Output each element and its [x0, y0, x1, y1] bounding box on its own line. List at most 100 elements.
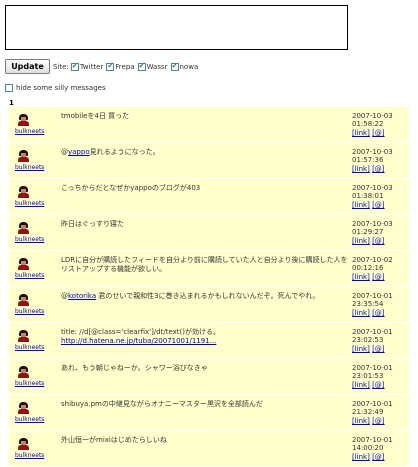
message-date: 2007-10-02	[352, 256, 393, 264]
reply-link[interactable]: [@]	[372, 129, 384, 137]
hide-silly-checkbox[interactable]	[5, 83, 13, 92]
site-option-wassr[interactable]: ✔ Wassr	[137, 62, 168, 71]
site-option-twitter[interactable]: ✔ Twitter	[70, 62, 104, 71]
username-link[interactable]: bulkneets	[15, 272, 44, 279]
permalink-link[interactable]: [link]	[352, 417, 370, 425]
message-date: 2007-10-01	[352, 292, 393, 300]
wassr-checkbox[interactable]: ✔	[137, 62, 146, 71]
username-link[interactable]: bulkneets	[15, 200, 44, 207]
message-date: 2007-10-01	[352, 364, 393, 372]
username-link[interactable]: bulkneets	[15, 452, 44, 459]
nowa-checkbox[interactable]: ✔	[170, 62, 179, 71]
permalink-link[interactable]: [link]	[352, 129, 370, 137]
site-label: Site:	[53, 62, 69, 71]
message-row: bulkneets 昨日はぐっすり寝た 2007-10-03 01:29:27 …	[9, 215, 409, 251]
message-date: 2007-10-03	[352, 220, 393, 228]
avatar[interactable]	[18, 222, 29, 234]
message-time: 14:00:20	[352, 444, 384, 452]
update-button[interactable]: Update	[5, 59, 50, 74]
message-body: 見れるようになった。	[89, 148, 160, 156]
permalink-link[interactable]: [link]	[352, 165, 370, 173]
message-time: 21:32:49	[352, 408, 384, 416]
page-number: 1	[9, 99, 14, 107]
mention-link[interactable]: kotorika	[68, 292, 96, 300]
message-date: 2007-10-01	[352, 436, 393, 444]
avatar[interactable]	[18, 258, 29, 270]
avatar[interactable]	[18, 150, 29, 162]
message-time: 01:38:01	[352, 192, 384, 200]
avatar[interactable]	[18, 330, 29, 342]
message-text: 外山恒一がmixiはじめたらしいね	[61, 436, 167, 444]
avatar[interactable]	[18, 294, 29, 306]
permalink-link[interactable]: [link]	[352, 309, 370, 317]
avatar[interactable]	[18, 114, 29, 126]
frepa-label: Frepa	[115, 62, 135, 71]
message-row: bulkneets title: //d[@class='clearfix']/…	[9, 323, 409, 359]
message-date: 2007-10-03	[352, 112, 393, 120]
message-row: bulkneets shibuya.pmの中継見ながらオナニーマスター黒沢を全部…	[9, 395, 409, 431]
message-time: 23:01:53	[352, 372, 384, 380]
avatar[interactable]	[18, 402, 29, 414]
message-text: LDRに自分が購読したフィードを自分より前に購読していた人と自分より後に購読した…	[61, 256, 348, 273]
message-date: 2007-10-03	[352, 184, 393, 192]
twitter-label: Twitter	[79, 62, 104, 71]
permalink-link[interactable]: [link]	[352, 201, 370, 209]
nowa-label: nowa	[179, 62, 199, 71]
message-time: 01:29:27	[352, 228, 384, 236]
message-list: bulkneets tmobileを4日 買った 2007-10-03 01:5…	[9, 107, 409, 467]
username-link[interactable]: bulkneets	[15, 344, 44, 351]
message-text: title: //d[@class='clearfix']/dt/text()が…	[61, 328, 354, 346]
message-text: @kotorika 君のせいで親和性3に巻き込まれるかもしれないんだぞ。死んでや…	[61, 292, 354, 301]
message-time: 23:02:53	[352, 336, 384, 344]
message-row: bulkneets 外山恒一がmixiはじめたらしいね 2007-10-01 1…	[9, 431, 409, 467]
compose-textarea[interactable]	[5, 5, 348, 50]
message-time: 00:12:16	[352, 264, 384, 272]
username-link[interactable]: bulkneets	[15, 308, 44, 315]
hide-silly-option[interactable]: hide some silly messages	[5, 82, 106, 93]
avatar[interactable]	[18, 186, 29, 198]
reply-link[interactable]: [@]	[372, 237, 384, 245]
site-selector: Site: ✔ Twitter ✔ Frepa ✔ Wassr ✔ nowa	[53, 61, 201, 72]
message-text: shibuya.pmの中継見ながらオナニーマスター黒沢を全部読んだ	[61, 400, 263, 408]
reply-link[interactable]: [@]	[372, 201, 384, 209]
username-link[interactable]: bulkneets	[15, 236, 44, 243]
permalink-link[interactable]: [link]	[352, 273, 370, 281]
message-date: 2007-10-01	[352, 400, 393, 408]
message-text: こっちからだとなぜかyappoのブログが403	[61, 184, 201, 192]
reply-link[interactable]: [@]	[372, 309, 384, 317]
message-body: title: //d[@class='clearfix']/dt/text()が…	[61, 328, 220, 336]
message-text: 昨日はぐっすり寝た	[61, 220, 124, 228]
message-body: 君のせいで親和性3に巻き込まれるかもしれないんだぞ。死んでやれ。	[96, 292, 320, 300]
permalink-link[interactable]: [link]	[352, 345, 370, 353]
permalink-link[interactable]: [link]	[352, 237, 370, 245]
username-link[interactable]: bulkneets	[15, 164, 44, 171]
username-link[interactable]: bulkneets	[15, 380, 44, 387]
message-row: bulkneets あれ、もう朝じゃねーか。シャワー浴びなきゃ 2007-10-…	[9, 359, 409, 395]
frepa-checkbox[interactable]: ✔	[106, 62, 115, 71]
message-text: @yappo見れるようになった。	[61, 148, 354, 157]
permalink-link[interactable]: [link]	[352, 381, 370, 389]
message-text: tmobileを4日 買った	[61, 112, 130, 120]
permalink-link[interactable]: [link]	[352, 453, 370, 461]
username-link[interactable]: bulkneets	[15, 128, 44, 135]
reply-link[interactable]: [@]	[372, 165, 384, 173]
message-time: 23:35:54	[352, 300, 384, 308]
site-option-nowa[interactable]: ✔ nowa	[170, 62, 199, 71]
mention-prefix: @	[61, 148, 68, 156]
reply-link[interactable]: [@]	[372, 453, 384, 461]
message-time: 01:58:22	[352, 120, 384, 128]
message-date: 2007-10-01	[352, 328, 393, 336]
mention-prefix: @	[61, 292, 68, 300]
reply-link[interactable]: [@]	[372, 345, 384, 353]
reply-link[interactable]: [@]	[372, 417, 384, 425]
site-option-frepa[interactable]: ✔ Frepa	[106, 62, 135, 71]
avatar[interactable]	[18, 366, 29, 378]
reply-link[interactable]: [@]	[372, 273, 384, 281]
mention-link[interactable]: yappo	[68, 148, 90, 156]
message-date: 2007-10-03	[352, 148, 393, 156]
url-link[interactable]: http://d.hatena.ne.jp/tuba/20071001/1191…	[61, 337, 216, 345]
username-link[interactable]: bulkneets	[15, 416, 44, 423]
avatar[interactable]	[18, 438, 29, 450]
reply-link[interactable]: [@]	[372, 381, 384, 389]
twitter-checkbox[interactable]: ✔	[70, 62, 79, 71]
